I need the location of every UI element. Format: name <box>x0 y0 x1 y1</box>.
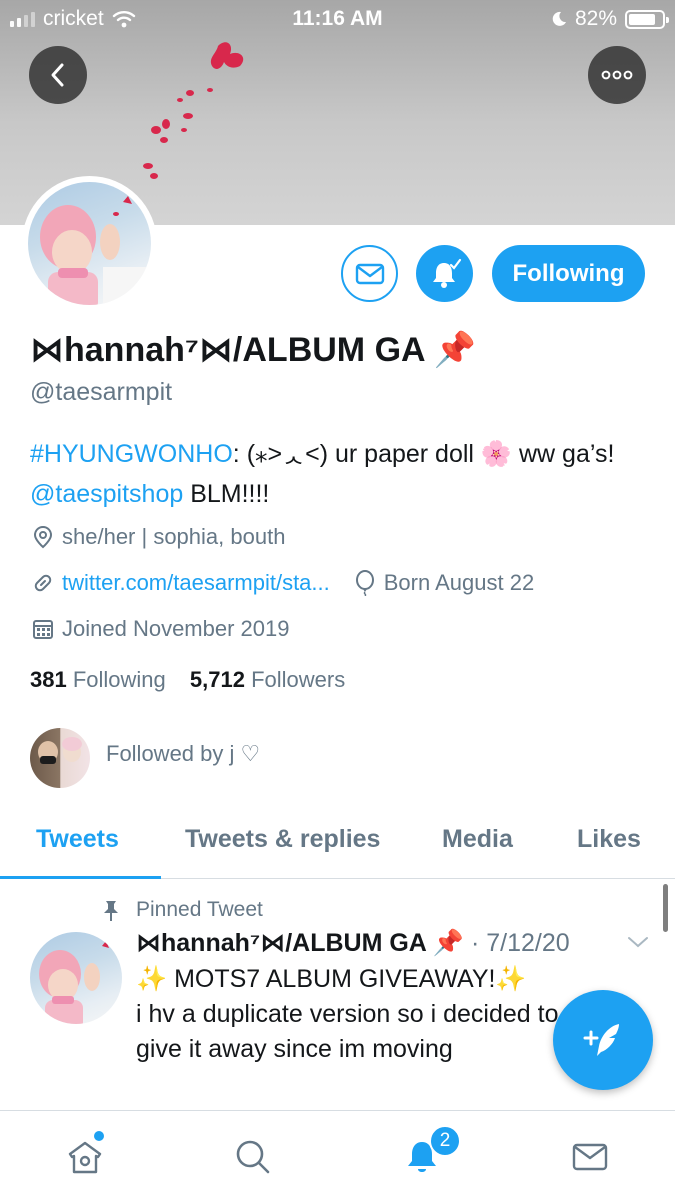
followers-label: Followers <box>244 667 346 692</box>
location-pin-icon <box>30 524 56 550</box>
bio-text: : (⁎˃ᆺ˂) ur paper doll 🌸 ww ga’s! <box>232 440 615 468</box>
tab-media[interactable]: Media <box>442 825 513 854</box>
joined-row: Joined November 2019 <box>30 616 289 642</box>
battery-percent: 82% <box>574 7 617 30</box>
nav-home[interactable] <box>63 1135 107 1179</box>
butterfly-decoration <box>143 42 244 179</box>
tweet-author-avatar[interactable] <box>30 932 122 1024</box>
following-count-link[interactable]: 381 Following <box>30 667 166 692</box>
tweet-date: · 7/12/20 <box>464 929 570 957</box>
compose-tweet-button[interactable] <box>553 990 653 1090</box>
tab-tweets-replies[interactable]: Tweets & replies <box>185 825 380 854</box>
bottom-nav <box>0 1110 675 1200</box>
home-icon <box>68 1141 102 1174</box>
more-dots-icon <box>601 70 633 80</box>
bio-text-end: BLM!!!! <box>183 480 270 508</box>
follow-counts: 381 Following 5,712 Followers <box>30 667 345 693</box>
bio-hashtag-link[interactable]: #HYUNGWONHO <box>30 440 233 468</box>
followed-by-text[interactable]: Followed by j ♡ <box>106 741 260 767</box>
website-link[interactable]: twitter.com/taesarmpit/sta... <box>62 570 330 596</box>
compose-icon <box>583 1024 619 1056</box>
moon-icon <box>552 11 566 26</box>
more-options-button[interactable] <box>588 46 646 104</box>
tweet-text[interactable]: ✨ MOTS7 ALBUM GIVEAWAY!✨ i hv a duplicat… <box>136 962 576 1067</box>
battery-fill <box>629 13 656 25</box>
location-text: she/her | sophia, bouth <box>62 524 286 549</box>
battery-icon <box>625 9 669 29</box>
handle: @taesarmpit <box>30 378 173 406</box>
home-unread-dot <box>94 1131 104 1141</box>
notifications-badge: 2 <box>429 1125 461 1157</box>
tweet-header: ⋈hannah⁷⋈/ALBUM GA 📌 · 7/12/20 <box>136 928 570 958</box>
followed-by-avatar[interactable] <box>30 728 90 788</box>
profile-avatar-image <box>28 182 151 305</box>
notifications-toggle-button[interactable] <box>416 245 473 302</box>
following-label: Following <box>66 667 166 692</box>
nav-messages[interactable] <box>568 1135 612 1179</box>
back-arrow-icon <box>51 63 64 87</box>
followers-count: 5,712 <box>189 667 245 692</box>
calendar-icon <box>30 616 56 642</box>
birthday-text: Born August 22 <box>383 570 535 595</box>
status-right: 82% <box>551 7 669 31</box>
joined-text: Joined November 2019 <box>62 616 290 641</box>
bio-mention-link[interactable]: @taespitshop <box>30 480 183 508</box>
bio: #HYUNGWONHO: (⁎˃ᆺ˂) ur paper doll 🌸 ww g… <box>30 434 650 514</box>
location-row: she/her | sophia, bouth <box>30 524 285 550</box>
profile-avatar[interactable] <box>22 176 157 311</box>
bell-icon <box>432 258 461 288</box>
profile-tabs: Tweets Tweets & replies Media Likes <box>0 815 675 879</box>
back-button[interactable] <box>29 46 87 104</box>
balloon-icon <box>352 570 378 596</box>
website-row: twitter.com/taesarmpit/sta... Born Augus… <box>30 570 534 596</box>
display-name: ⋈hannah⁷⋈/ALBUM GA 📌 <box>30 331 477 369</box>
tab-likes[interactable]: Likes <box>577 825 641 854</box>
envelope-icon <box>355 263 384 284</box>
nav-search[interactable] <box>231 1135 275 1179</box>
search-icon <box>236 1140 270 1174</box>
chevron-down-icon[interactable] <box>626 934 650 950</box>
following-button[interactable]: Following <box>492 245 645 302</box>
tweet-line: i hv a duplicate version so i decided to <box>136 1000 559 1028</box>
tweet-author-name[interactable]: ⋈hannah⁷⋈/ALBUM GA 📌 <box>136 929 464 957</box>
scrollbar[interactable] <box>663 884 668 932</box>
following-count: 381 <box>30 667 67 692</box>
pinned-tweet-label: Pinned Tweet <box>136 898 263 921</box>
status-bar: cricket 11:16 AM 82% <box>0 0 675 40</box>
tab-tweets[interactable]: Tweets <box>36 825 119 854</box>
active-tab-indicator <box>0 876 161 879</box>
message-button[interactable] <box>341 245 398 302</box>
followers-count-link[interactable]: 5,712 Followers <box>190 667 345 692</box>
tweet-line: ✨ MOTS7 ALBUM GIVEAWAY!✨ <box>136 965 527 993</box>
messages-icon <box>572 1143 608 1171</box>
tweet-line: give it away since im moving <box>136 1035 453 1063</box>
link-icon <box>30 570 56 596</box>
pin-icon <box>104 901 118 921</box>
